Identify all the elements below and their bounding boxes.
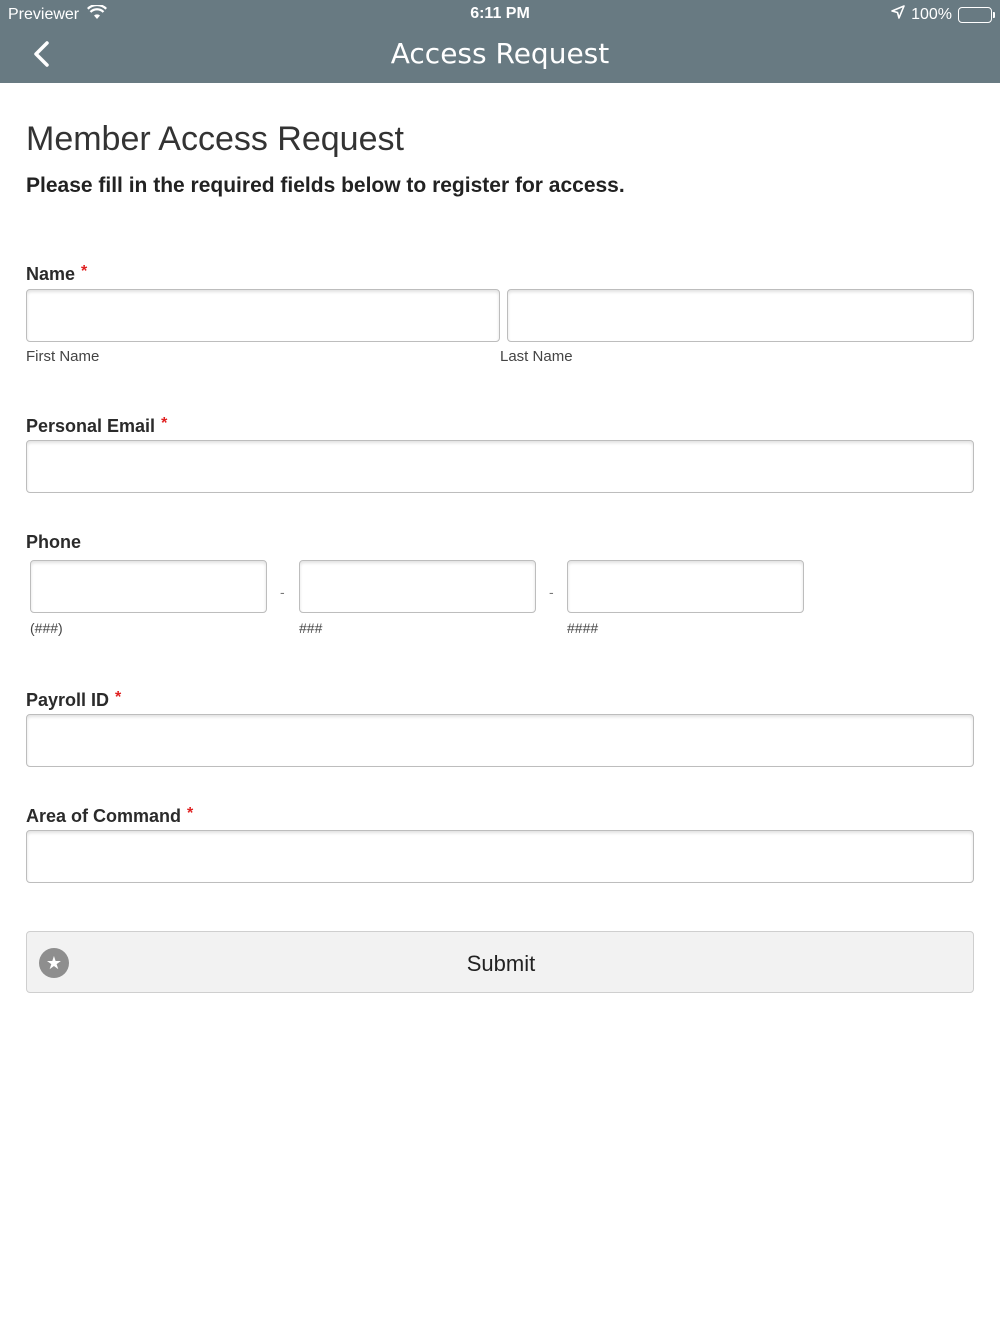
email-label-text: Personal Email <box>26 416 156 436</box>
phone-label: Phone <box>26 532 81 553</box>
first-name-sublabel: First Name <box>26 348 100 365</box>
submit-label: Submit <box>466 951 536 976</box>
required-marker: * <box>115 689 122 706</box>
required-marker: * <box>161 415 168 432</box>
payroll-label-text: Payroll ID <box>26 690 110 710</box>
phone-line-hint: #### <box>567 620 599 636</box>
app-header: Previewer 6:11 PM 100% Access Request <box>0 0 1000 83</box>
phone-separator: - <box>280 584 285 600</box>
status-time: 6:11 PM <box>470 5 530 22</box>
phone-area-hint: (###) <box>30 620 63 636</box>
required-marker: * <box>187 805 194 822</box>
status-bar: Previewer 6:11 PM 100% <box>0 0 1000 28</box>
payroll-label: Payroll ID * <box>26 689 122 711</box>
battery-percent: 100% <box>911 5 952 23</box>
first-name-input[interactable] <box>26 289 500 342</box>
phone-label-text: Phone <box>26 532 82 552</box>
location-arrow-icon <box>891 5 905 24</box>
required-marker: * <box>81 263 88 280</box>
command-label: Area of Command * <box>26 805 194 827</box>
phone-separator: - <box>549 584 554 600</box>
name-label-text: Name <box>26 264 76 284</box>
page-subtitle: Please fill in the required fields below… <box>26 174 625 197</box>
last-name-sublabel: Last Name <box>500 348 573 365</box>
area-of-command-input[interactable] <box>26 830 974 883</box>
email-field[interactable] <box>26 440 974 493</box>
payroll-id-input[interactable] <box>26 714 974 767</box>
last-name-input[interactable] <box>507 289 974 342</box>
battery-icon <box>958 6 995 23</box>
name-label: Name * <box>26 263 88 285</box>
email-label: Personal Email * <box>26 415 168 437</box>
phone-prefix-input[interactable] <box>299 560 536 613</box>
phone-line-input[interactable] <box>567 560 804 613</box>
phone-area-input[interactable] <box>30 560 267 613</box>
status-right: 100% <box>891 5 995 24</box>
page-title: Member Access Request <box>26 120 404 158</box>
command-label-text: Area of Command <box>26 806 182 826</box>
submit-button[interactable]: ★ Submit <box>26 931 974 993</box>
nav-title: Access Request <box>390 37 610 70</box>
phone-prefix-hint: ### <box>299 620 323 636</box>
